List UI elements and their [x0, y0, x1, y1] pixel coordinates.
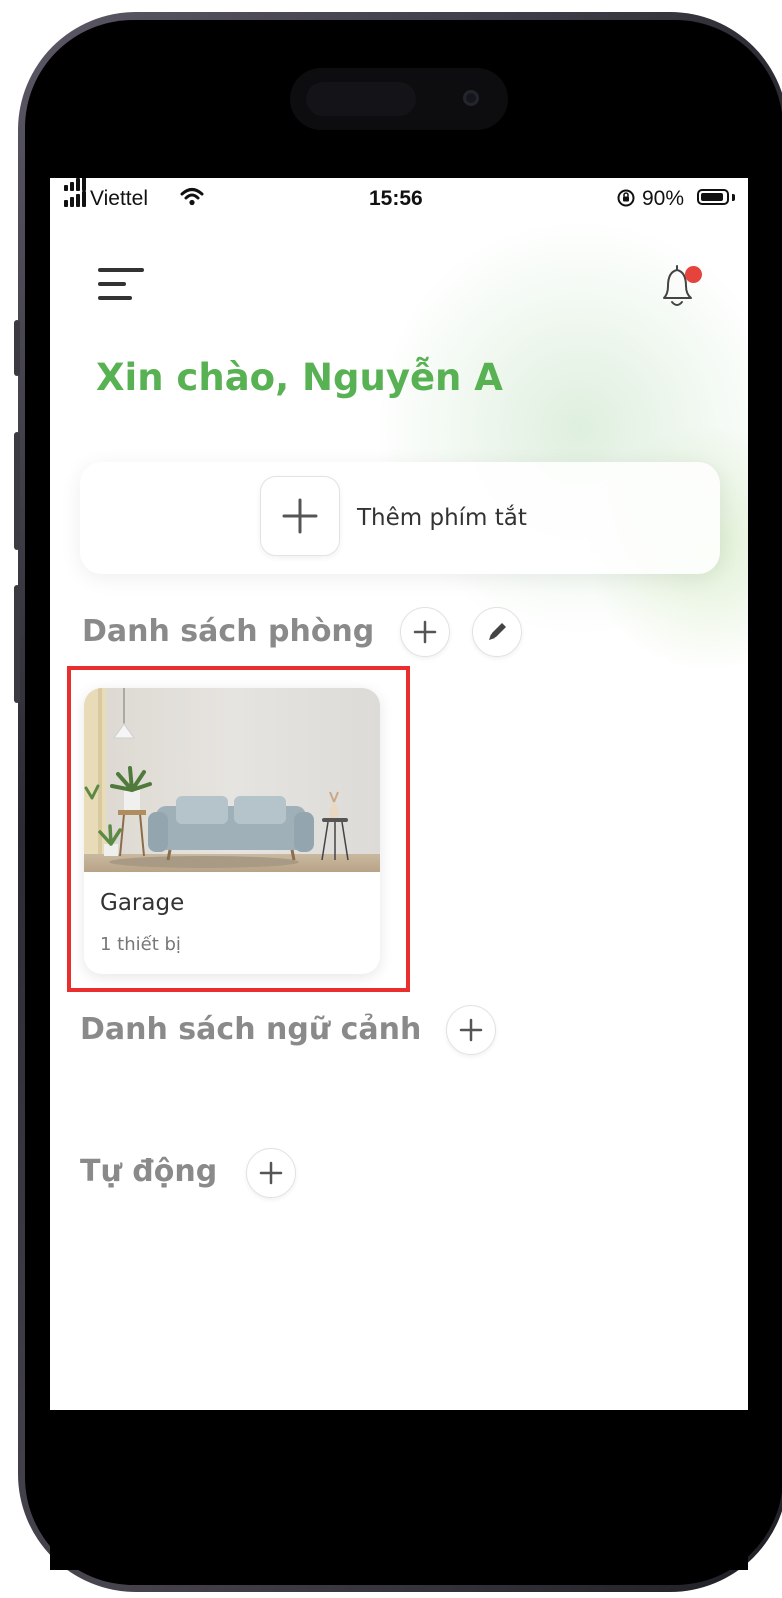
status-bar: Viettel 15:56 90% — [50, 178, 748, 222]
automation-section-title: Tự động — [80, 1154, 218, 1189]
volume-up-button — [14, 432, 20, 550]
add-room-button[interactable] — [400, 607, 450, 657]
rooms-section-title: Danh sách phòng — [82, 614, 375, 649]
carrier-name: Viettel — [90, 187, 148, 210]
room-device-count: 1 thiết bị — [100, 934, 181, 955]
add-shortcut-button[interactable] — [260, 476, 340, 556]
menu-icon[interactable] — [98, 264, 146, 304]
room-name: Garage — [100, 890, 185, 916]
add-automation-button[interactable] — [246, 1148, 296, 1198]
app-screen: Viettel 15:56 90% Xin chào, Nguyễn A Thê… — [50, 178, 748, 1410]
add-scene-button[interactable] — [446, 1005, 496, 1055]
room-photo — [84, 688, 380, 872]
orientation-lock-icon — [616, 188, 636, 214]
edit-rooms-button[interactable] — [472, 607, 522, 657]
front-camera — [463, 90, 479, 106]
notification-badge — [685, 266, 702, 283]
greeting-text: Xin chào, Nguyễn A — [96, 356, 503, 399]
battery-tip — [732, 194, 735, 201]
dynamic-island — [290, 68, 508, 130]
battery-icon — [697, 189, 729, 205]
add-shortcut-label: Thêm phím tắt — [357, 505, 527, 531]
scenes-section-title: Danh sách ngữ cảnh — [80, 1012, 422, 1047]
mute-switch — [14, 320, 20, 376]
bottom-black-area — [50, 1410, 748, 1570]
status-time: 15:56 — [369, 187, 423, 210]
island-sensor — [306, 82, 416, 116]
pencil-icon — [489, 623, 506, 640]
volume-down-button — [14, 585, 20, 703]
battery-percent: 90% — [642, 187, 685, 210]
room-card-garage[interactable]: Garage 1 thiết bị — [84, 688, 380, 974]
wifi-icon — [180, 187, 204, 213]
